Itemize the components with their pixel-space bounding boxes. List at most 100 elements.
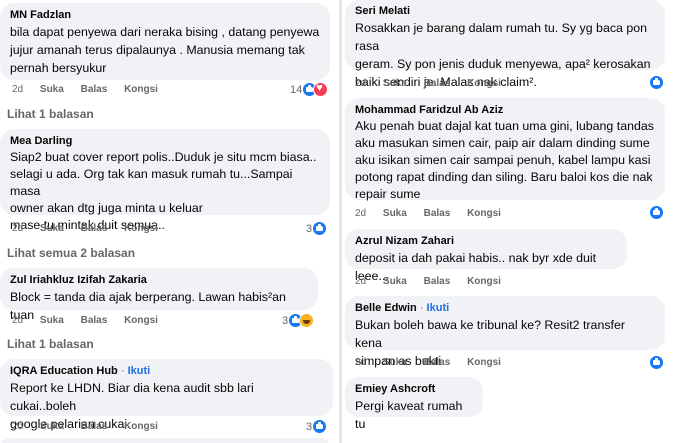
- comment-bubble: Azrul Nizam Zahari deposit ia dah pakai …: [345, 229, 627, 283]
- reply-button[interactable]: Balas: [81, 315, 108, 326]
- comment-text: Siap2 buat cover report polis..Duduk je …: [10, 149, 320, 234]
- comment-bubble: Seri Melati Rosakkan je barang dalam rum…: [345, 0, 665, 89]
- comment-time[interactable]: 2d: [355, 208, 366, 219]
- comment-text: bila dapat penyewa dari neraka bising , …: [10, 23, 320, 77]
- like-icon: [312, 221, 328, 236]
- comment-line: owner akan dtg juga minta u keluar: [10, 201, 203, 215]
- reaction-summary[interactable]: 3: [282, 313, 315, 328]
- comment-text: Aku penah buat dajal kat tuan uma gini, …: [355, 118, 655, 203]
- follow-button[interactable]: Ikuti: [427, 302, 450, 314]
- comment-line: potong rapat dinding dan siling. Baru ba…: [355, 170, 653, 184]
- reaction-count: 14: [290, 83, 303, 96]
- comment-author-name[interactable]: IQRA Education Hub: [10, 365, 118, 377]
- comment-mn-fadzlan: MN Fadzlan bila dapat penyewa dari nerak…: [0, 3, 330, 80]
- like-button[interactable]: Suka: [40, 223, 64, 234]
- reply-button[interactable]: Balas: [424, 208, 451, 219]
- comment-actions: 2d Suka Balas Kongsi: [355, 208, 515, 220]
- comment-line: Rosakkan je barang dalam rumah tu. Sy yg…: [355, 21, 648, 53]
- reaction-summary[interactable]: 14: [290, 82, 329, 97]
- comment-line: Bukan boleh bawa ke tribunal ke? Resit2 …: [355, 318, 625, 350]
- comment-actions: 2d Suka Balas Kongsi: [12, 421, 172, 433]
- like-icon: [312, 419, 328, 434]
- view-replies-link[interactable]: Lihat semua 2 balasan: [7, 246, 135, 260]
- reply-button[interactable]: Balas: [81, 223, 108, 234]
- comment-line: Siap2 buat cover report polis..Duduk je …: [10, 150, 317, 164]
- comment-line: Aku penah buat dajal kat tuan uma gini, …: [355, 119, 654, 133]
- comment-bubble: Emiey Ashcroft Pergi kaveat rumah tu: [345, 377, 483, 431]
- comment-author[interactable]: Seri Melati: [355, 4, 655, 18]
- next-comment-bubble: [0, 438, 330, 443]
- comment-line: pernah bersyukur: [10, 61, 107, 75]
- reply-button[interactable]: Balas: [424, 276, 451, 287]
- column-divider: [339, 0, 342, 443]
- comment-author[interactable]: Zul Iriahkluz Izifah Zakaria: [10, 273, 308, 287]
- comment-time[interactable]: 2d: [12, 315, 23, 326]
- comment-actions: 2d Suka Balas Kongsi: [12, 84, 172, 96]
- share-button[interactable]: Kongsi: [124, 315, 158, 326]
- separator-dot: ·: [120, 365, 125, 377]
- comment-emiey-ashcroft: Emiey Ashcroft Pergi kaveat rumah tu: [345, 377, 483, 433]
- comment-actions: 2d Suka Balas Kongsi: [12, 223, 172, 235]
- like-button[interactable]: Suka: [40, 315, 64, 326]
- comment-bubble: Mea Darling Siap2 buat cover report poli…: [0, 129, 330, 232]
- follow-button[interactable]: Ikuti: [128, 365, 151, 377]
- like-button[interactable]: Suka: [383, 357, 407, 368]
- reaction-summary[interactable]: [649, 75, 664, 90]
- share-button[interactable]: Kongsi: [467, 78, 501, 89]
- comment-author: IQRA Education Hub · Ikuti: [10, 364, 323, 378]
- comment-line: repair sume: [355, 187, 421, 201]
- comment-bubble: Mohammad Faridzul Ab Aziz Aku penah buat…: [345, 98, 665, 203]
- comment-time[interactable]: 2d: [355, 357, 366, 368]
- comment-author[interactable]: Emiey Ashcroft: [355, 382, 473, 396]
- comment-author[interactable]: Mea Darling: [10, 134, 320, 148]
- reply-button[interactable]: Balas: [81, 421, 108, 432]
- reply-button[interactable]: Balas: [424, 78, 451, 89]
- comment-mohammad-faridzul: Mohammad Faridzul Ab Aziz Aku penah buat…: [345, 98, 665, 203]
- comment-author[interactable]: MN Fadzlan: [10, 8, 320, 22]
- comment-bubble: Zul Iriahkluz Izifah Zakaria Block = tan…: [0, 268, 318, 322]
- reaction-summary[interactable]: 3: [306, 419, 328, 434]
- comment-author[interactable]: Azrul Nizam Zahari: [355, 234, 617, 248]
- love-icon: [313, 82, 329, 97]
- share-button[interactable]: Kongsi: [467, 276, 501, 287]
- comment-time[interactable]: 2d: [355, 276, 366, 287]
- comment-line: Pergi kaveat rumah tu: [355, 399, 463, 431]
- comment-time[interactable]: 2d: [12, 223, 23, 234]
- reply-button[interactable]: Balas: [81, 84, 108, 95]
- reply-button[interactable]: Balas: [424, 357, 451, 368]
- share-button[interactable]: Kongsi: [467, 357, 501, 368]
- comments-column-left: MN Fadzlan bila dapat penyewa dari nerak…: [0, 0, 338, 443]
- like-button[interactable]: Suka: [383, 208, 407, 219]
- comment-line: aku masukan simen cair, paip air dalam d…: [355, 136, 650, 150]
- comment-time[interactable]: 2d: [355, 78, 366, 89]
- reaction-summary[interactable]: [649, 205, 664, 220]
- view-replies-link[interactable]: Lihat 1 balasan: [7, 337, 94, 351]
- like-icon: [649, 75, 664, 90]
- reaction-summary[interactable]: 3: [306, 221, 328, 236]
- reaction-summary[interactable]: [649, 355, 664, 370]
- comment-bubble: IQRA Education Hub · Ikuti Report ke LHD…: [0, 359, 333, 431]
- comment-line: aku isikan simen cair sampai penuh, kabe…: [355, 153, 651, 167]
- comment-time[interactable]: 2d: [12, 84, 23, 95]
- comment-line: selagi u ada. Org tak kan masuk rumah tu…: [10, 167, 293, 198]
- comment-author-name[interactable]: Belle Edwin: [355, 302, 417, 314]
- share-button[interactable]: Kongsi: [467, 208, 501, 219]
- like-button[interactable]: Suka: [383, 276, 407, 287]
- like-icon: [649, 355, 664, 370]
- view-replies-link[interactable]: Lihat 1 balasan: [7, 107, 94, 121]
- comment-author[interactable]: Mohammad Faridzul Ab Aziz: [355, 103, 655, 117]
- comment-bubble: Belle Edwin · Ikuti Bukan boleh bawa ke …: [345, 296, 665, 368]
- like-button[interactable]: Suka: [40, 84, 64, 95]
- like-icon: [649, 205, 664, 220]
- share-button[interactable]: Kongsi: [124, 421, 158, 432]
- comment-bubble: MN Fadzlan bila dapat penyewa dari nerak…: [0, 3, 330, 80]
- share-button[interactable]: Kongsi: [124, 223, 158, 234]
- share-button[interactable]: Kongsi: [124, 84, 158, 95]
- comment-mea-darling: Mea Darling Siap2 buat cover report poli…: [0, 129, 330, 234]
- comment-time[interactable]: 2d: [12, 421, 23, 432]
- like-button[interactable]: Suka: [40, 421, 64, 432]
- like-button[interactable]: Suka: [383, 78, 407, 89]
- comments-column-right: Seri Melati Rosakkan je barang dalam rum…: [343, 0, 680, 443]
- haha-icon: [299, 313, 315, 328]
- comment-actions: 2d Suka Balas Kongsi: [355, 357, 515, 369]
